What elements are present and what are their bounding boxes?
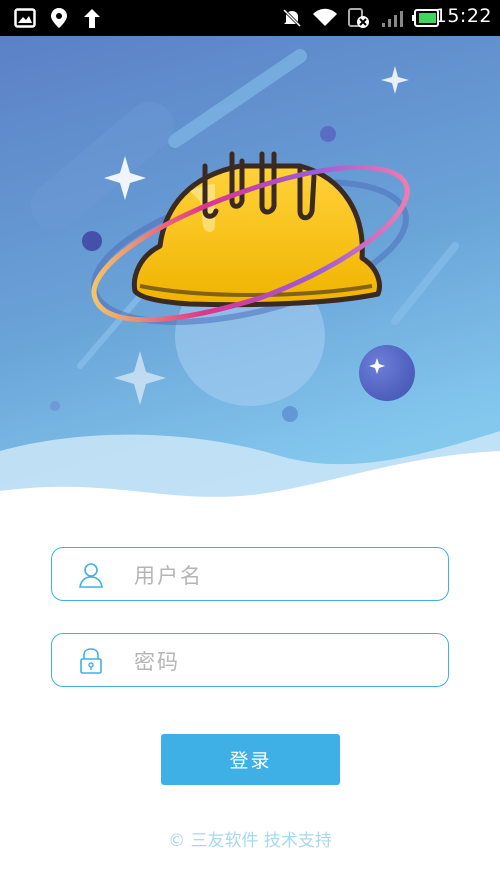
upload-arrow-icon bbox=[80, 6, 104, 30]
username-placeholder: 用户名 bbox=[134, 564, 203, 588]
password-field[interactable]: 密码 bbox=[51, 633, 449, 687]
location-icon bbox=[48, 6, 70, 30]
mute-icon bbox=[280, 6, 304, 30]
login-button[interactable]: 登录 bbox=[161, 734, 340, 785]
gallery-icon bbox=[12, 6, 38, 30]
status-time: 15:22 bbox=[434, 5, 492, 27]
footer-support-text: © 三友软件 技术支持 bbox=[168, 831, 332, 851]
password-placeholder: 密码 bbox=[134, 650, 180, 674]
wifi-icon bbox=[312, 6, 338, 30]
lock-icon bbox=[78, 647, 104, 675]
username-field[interactable]: 用户名 bbox=[51, 547, 449, 601]
user-icon bbox=[78, 561, 104, 589]
status-bar: 15:22 bbox=[0, 0, 500, 36]
signal-icon bbox=[380, 6, 406, 30]
sim-disabled-icon bbox=[347, 6, 371, 30]
hero-illustration bbox=[0, 36, 500, 516]
